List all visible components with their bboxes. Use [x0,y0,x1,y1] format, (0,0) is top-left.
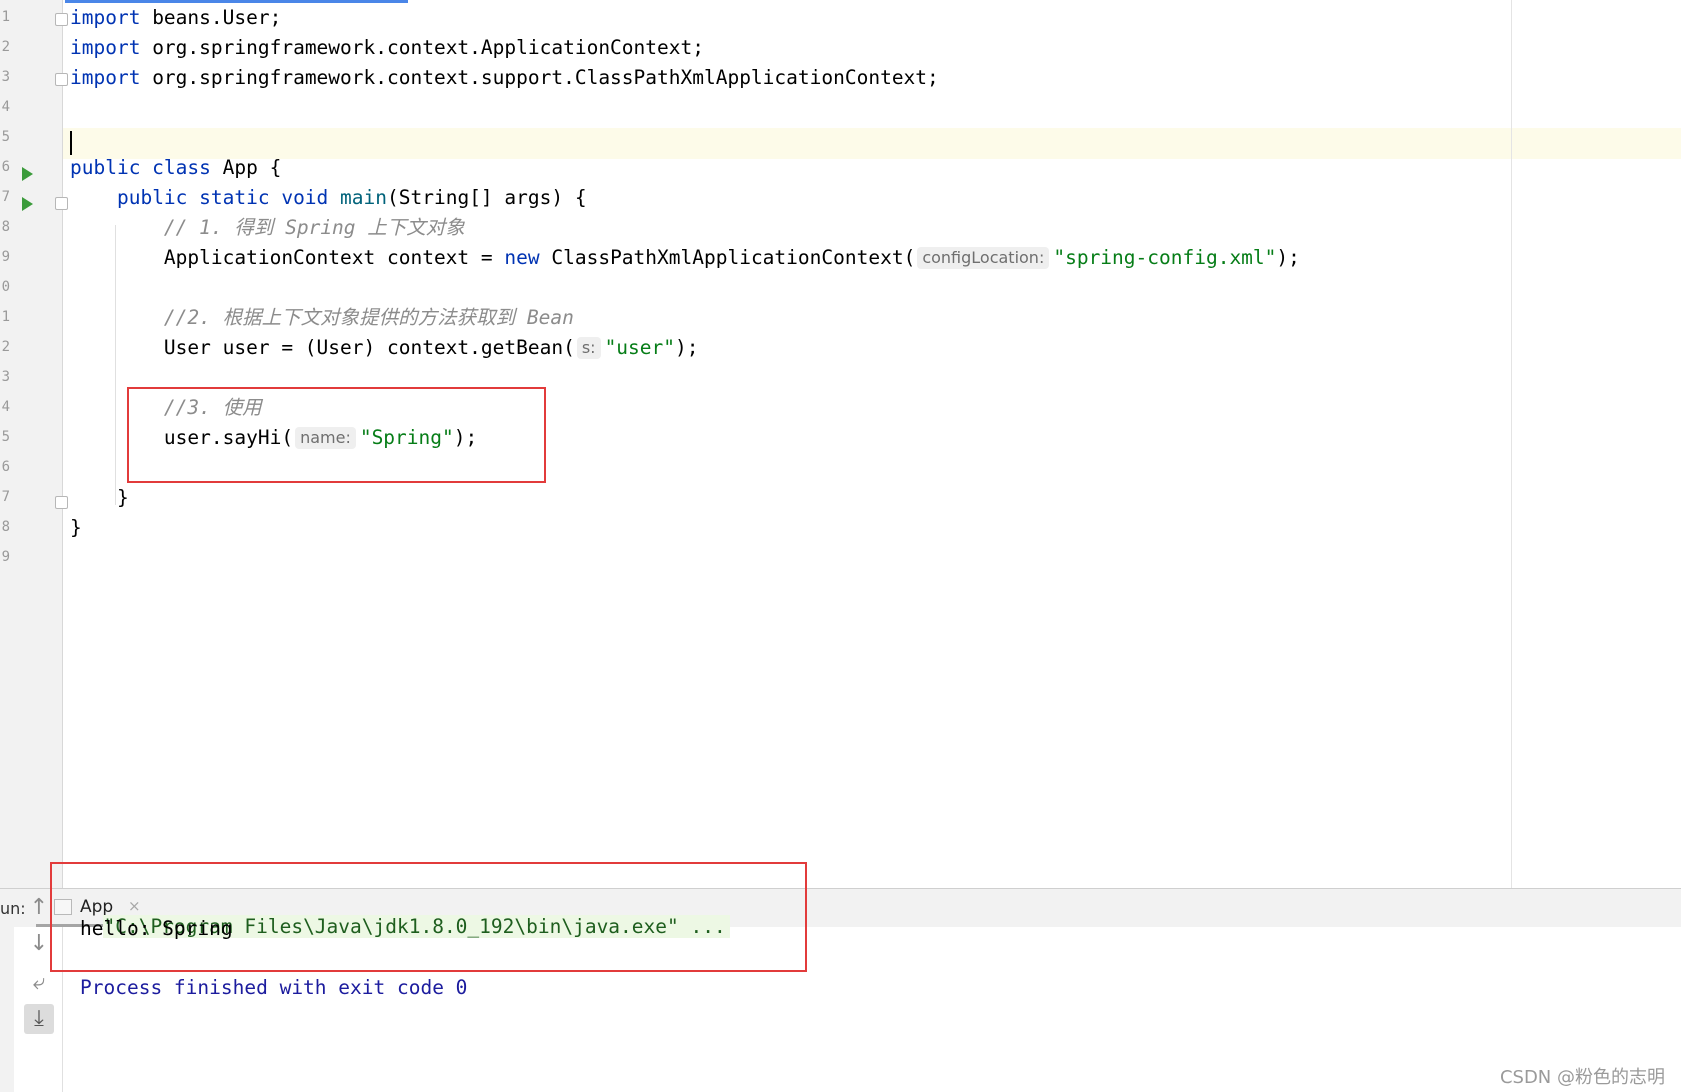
line-number: 2 [1,339,10,355]
code-token: User user = (User) context.getBean( [70,336,575,359]
line-number: 9 [1,549,10,565]
code-line[interactable]: ApplicationContext context = new ClassPa… [70,245,1300,271]
line-number: 6 [1,159,10,175]
watermark: CSDN @粉色的志明 [1499,1067,1665,1088]
code-token: org.springframework.context.ApplicationC… [140,36,704,59]
code-token: (String[] args) { [387,186,587,209]
right-margin-guide [1511,0,1512,888]
code-comment: // 1. 得到 Spring 上下文对象 [163,216,465,239]
run-class-icon[interactable] [22,167,33,181]
code-keyword: public class [70,156,211,179]
code-comment: //2. 根据上下文对象提供的方法获取到 Bean [163,306,574,329]
line-number: 3 [1,369,10,385]
code-token: } [70,486,129,509]
code-string: "spring-config.xml" [1053,246,1277,269]
code-method: main [340,186,388,209]
line-number: 7 [1,189,10,205]
highlight-box-usage [127,387,546,483]
code-token: org.springframework.context.support.Clas… [140,66,939,89]
code-token: ClassPathXmlApplicationContext( [539,246,916,269]
run-main-icon[interactable] [22,197,33,211]
line-number: 5 [1,429,10,445]
line-number: 8 [1,519,10,535]
console-exit-message: Process finished with exit code 0 [80,976,468,999]
line-number: 3 [1,69,10,85]
line-number-gutter: 1 2 3 4 5 6 7 8 9 0 1 2 3 4 5 6 7 8 9 [0,0,68,888]
line-number: 8 [1,219,10,235]
code-line[interactable]: import org.springframework.context.Appli… [70,35,704,61]
code-keyword: new [504,246,540,269]
code-token: App { [210,156,282,179]
code-line[interactable]: //2. 根据上下文对象提供的方法获取到 Bean [70,305,574,331]
line-number: 7 [1,489,10,505]
line-number: 9 [1,249,10,265]
code-line[interactable]: // 1. 得到 Spring 上下文对象 [70,215,465,241]
code-keyword: import [70,66,141,89]
code-line[interactable]: User user = (User) context.getBean(s: "us… [70,335,699,361]
fold-method-end-icon[interactable] [55,496,68,509]
code-keyword: public static void [116,186,329,209]
fold-method-icon[interactable] [55,197,68,210]
code-token: beans.User; [140,6,282,29]
line-number: 1 [1,309,10,325]
code-line[interactable]: import beans.User; [70,5,281,31]
parameter-hint: s: [576,337,601,359]
line-number: 4 [1,99,10,115]
run-side-toolbar [0,927,14,1092]
scroll-to-end-icon[interactable]: ⤓ [24,1004,54,1034]
code-line[interactable]: } [70,485,129,511]
line-number: 6 [1,459,10,475]
fold-imports-end-icon[interactable] [55,73,68,86]
code-token: } [70,516,82,539]
code-token: ApplicationContext context = [70,246,505,269]
line-number: 2 [1,39,10,55]
code-line[interactable]: public static void main(String[] args) { [70,185,587,211]
run-label: un: [0,899,26,918]
line-number: 4 [1,399,10,415]
line-number: 5 [1,129,10,145]
editor-tab-indicator [65,0,408,3]
line-number: 1 [1,9,10,25]
code-editor[interactable]: 1234567890123456789 import beans.User; im… [0,0,1681,888]
current-line-highlight [62,128,1681,159]
line-number: 0 [1,279,10,295]
code-line[interactable]: public class App { [70,155,281,181]
code-line[interactable]: } [70,515,82,541]
parameter-hint: configLocation: [917,247,1050,269]
code-token: ); [675,336,699,359]
code-line[interactable]: import org.springframework.context.suppo… [70,65,939,91]
code-string: "user" [604,336,676,359]
code-token: ); [1276,246,1300,269]
fold-imports-icon[interactable] [55,13,68,26]
highlight-box-output [50,862,807,972]
code-keyword: import [70,36,141,59]
soft-wrap-icon[interactable]: ⤶ [24,968,54,998]
code-keyword: import [70,6,141,29]
text-caret [70,131,72,155]
